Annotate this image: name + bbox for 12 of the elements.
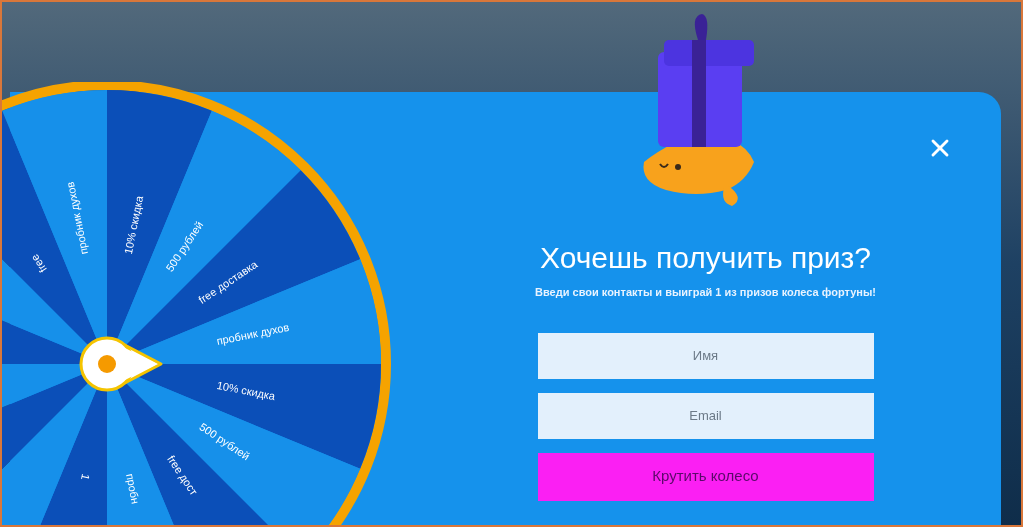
input-field[interactable]: Имя xyxy=(537,332,874,379)
spin-button[interactable]: Крутить колесо xyxy=(537,452,874,501)
prize-label: пробник духов xyxy=(63,180,90,256)
prize-label: пробник духов xyxy=(215,320,291,347)
prize-label: пробн xyxy=(124,472,142,505)
wheel-pointer-icon xyxy=(79,336,163,392)
popup-subtitle: Введи свои контакты и выиграй 1 из призов колеса фортуны! xyxy=(535,285,876,300)
prize-label: 1 xyxy=(79,472,93,482)
prize-label: 10% скидка xyxy=(215,378,277,403)
popup-title: Хочешь получить приз? xyxy=(539,240,871,276)
prize-label: 10% скидка xyxy=(121,194,146,256)
input-field[interactable]: Email xyxy=(537,392,874,439)
